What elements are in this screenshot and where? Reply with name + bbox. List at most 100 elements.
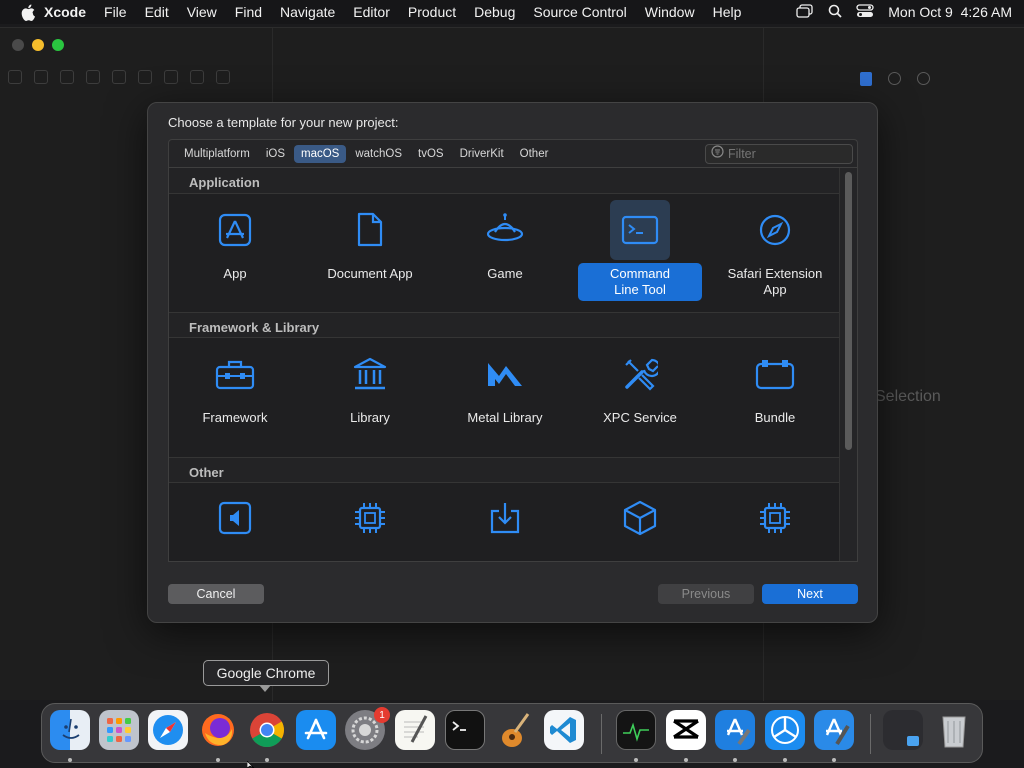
menu-edit[interactable]: Edit — [136, 4, 178, 20]
cancel-button[interactable]: Cancel — [168, 584, 264, 604]
dock-textedit-icon[interactable] — [395, 710, 435, 750]
template-command-line-tool[interactable]: Command Line Tool — [578, 200, 702, 301]
template-metal-library[interactable]: Metal Library — [443, 352, 567, 429]
dock-trash-icon[interactable] — [934, 710, 974, 750]
bundle-icon — [753, 352, 797, 396]
tab-tvos[interactable]: tvOS — [411, 145, 451, 163]
tab-ios[interactable]: iOS — [259, 145, 292, 163]
previous-button[interactable]: Previous — [658, 584, 754, 604]
breakpoint-icon[interactable] — [190, 70, 204, 84]
chip-icon — [348, 496, 392, 540]
menu-clock[interactable]: Mon Oct 9 4:26 AM — [888, 4, 1012, 20]
template-generic-kernel-extension[interactable] — [308, 496, 432, 557]
template-installer-plugin[interactable] — [443, 496, 567, 557]
mouse-cursor-icon — [247, 761, 255, 768]
control-center-icon[interactable] — [856, 3, 874, 21]
template-package[interactable] — [578, 496, 702, 557]
dock-app-store-icon[interactable] — [296, 710, 336, 750]
chip-icon — [753, 496, 797, 540]
template-label: Metal Library — [467, 410, 543, 425]
dock-launchpad-icon[interactable] — [99, 710, 139, 750]
game-icon — [483, 208, 527, 252]
menu-window[interactable]: Window — [636, 4, 704, 20]
filter-field[interactable] — [705, 144, 853, 164]
menu-editor[interactable]: Editor — [344, 4, 399, 20]
apple-menu-icon[interactable] — [18, 0, 38, 24]
template-document-app[interactable]: Document App — [308, 208, 432, 285]
dock-vscode-icon[interactable] — [544, 710, 584, 750]
dock-finder-icon[interactable] — [50, 710, 90, 750]
dock-activity-monitor-icon[interactable] — [616, 710, 656, 750]
folder-icon[interactable] — [8, 70, 22, 84]
dock-xcode-icon[interactable] — [715, 710, 755, 750]
dock-firefox-icon[interactable] — [198, 710, 238, 750]
menu-find[interactable]: Find — [226, 4, 271, 20]
download-tray-icon — [483, 496, 527, 540]
dock-garageband-icon[interactable] — [494, 710, 534, 750]
spotlight-search-icon[interactable] — [828, 4, 842, 21]
report-icon[interactable] — [216, 70, 230, 84]
template-audio-unit[interactable] — [173, 496, 297, 557]
minimize-window-button[interactable] — [32, 39, 44, 51]
debug-icon[interactable] — [164, 70, 178, 84]
find-icon[interactable] — [86, 70, 100, 84]
template-framework[interactable]: Framework — [173, 352, 297, 429]
zoom-window-button[interactable] — [52, 39, 64, 51]
menu-source-control[interactable]: Source Control — [524, 4, 635, 20]
dock: 1 — [41, 703, 983, 763]
platform-tab-bar: Multiplatform iOS macOS watchOS tvOS Dri… — [168, 139, 858, 167]
tab-driverkit[interactable]: DriverKit — [453, 145, 511, 163]
tab-watchos[interactable]: watchOS — [348, 145, 409, 163]
document-icon — [348, 208, 392, 252]
toolbox-icon — [213, 352, 257, 396]
template-bundle[interactable]: Bundle — [713, 352, 837, 429]
library-building-icon — [348, 352, 392, 396]
menu-file[interactable]: File — [95, 4, 136, 20]
hierarchy-icon[interactable] — [60, 70, 74, 84]
window-switcher-icon[interactable] — [796, 3, 814, 21]
file-inspector-icon[interactable] — [860, 72, 872, 86]
template-app[interactable]: App — [173, 208, 297, 285]
dock-downloads-stack-icon[interactable] — [883, 710, 923, 750]
navigator-toolbar — [8, 70, 230, 84]
warning-icon[interactable] — [112, 70, 126, 84]
menu-app-name[interactable]: Xcode — [38, 4, 95, 20]
template-label — [173, 551, 297, 557]
dock-terminal-icon[interactable] — [445, 710, 485, 750]
tab-macos[interactable]: macOS — [294, 144, 347, 163]
template-safari-extension-app[interactable]: Safari Extension App — [713, 208, 837, 301]
filter-input[interactable] — [728, 147, 848, 161]
tab-other[interactable]: Other — [513, 145, 556, 163]
help-inspector-icon[interactable] — [917, 72, 930, 85]
template-library[interactable]: Library — [308, 352, 432, 429]
template-label: Framework — [202, 410, 268, 425]
dialog-title: Choose a template for your new project: — [168, 115, 399, 130]
history-inspector-icon[interactable] — [888, 72, 901, 85]
section-header-other: Other — [169, 457, 841, 483]
dock-chrome-icon[interactable] — [247, 710, 287, 750]
next-button[interactable]: Next — [762, 584, 858, 604]
close-window-button[interactable] — [12, 39, 24, 51]
menu-help[interactable]: Help — [704, 4, 751, 20]
menu-debug[interactable]: Debug — [465, 4, 524, 20]
template-game[interactable]: Game — [443, 208, 567, 285]
template-label: App — [223, 266, 247, 281]
test-icon[interactable] — [138, 70, 152, 84]
source-control-icon[interactable] — [34, 70, 48, 84]
template-iokit-driver[interactable] — [713, 496, 837, 557]
scrollbar-thumb[interactable] — [845, 172, 852, 450]
dock-testflight-icon[interactable] — [765, 710, 805, 750]
tab-multiplatform[interactable]: Multiplatform — [177, 145, 257, 163]
dock-xcode-beta-icon[interactable] — [814, 710, 854, 750]
tools-icon — [618, 352, 662, 396]
template-xpc-service[interactable]: XPC Service — [578, 352, 702, 429]
menu-navigate[interactable]: Navigate — [271, 4, 344, 20]
menu-view[interactable]: View — [178, 4, 226, 20]
template-label — [443, 551, 567, 557]
template-grid: Application App Document App Game Comman… — [168, 167, 858, 562]
dock-safari-icon[interactable] — [148, 710, 188, 750]
menu-product[interactable]: Product — [399, 4, 465, 20]
template-scrollbar[interactable] — [839, 168, 857, 561]
stack-preview-icon — [907, 736, 919, 746]
dock-capcut-icon[interactable] — [666, 710, 706, 750]
